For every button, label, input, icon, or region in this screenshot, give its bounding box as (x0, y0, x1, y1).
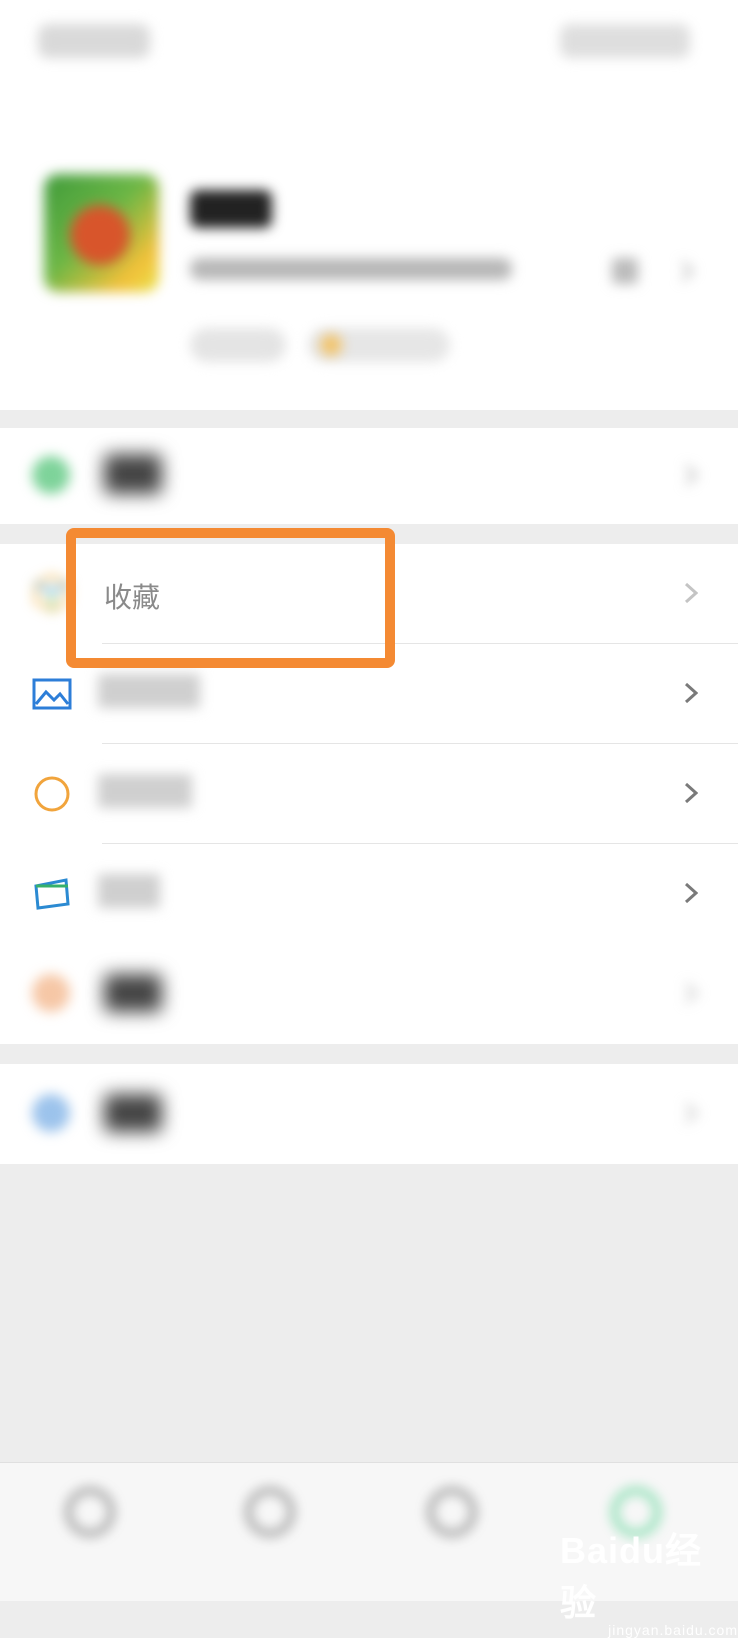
stickers-icon (32, 974, 70, 1012)
pay-label (104, 454, 162, 494)
watermark-text: Baidu经验 (560, 1530, 703, 1623)
menu-item-settings[interactable] (0, 1064, 738, 1164)
baidu-watermark: Baidu经验 jingyan.baidu.com (560, 1522, 738, 1638)
chevron-right-icon (684, 1102, 698, 1124)
compass-icon (429, 1489, 475, 1535)
friends-status-dot (320, 334, 342, 356)
header-right-pill[interactable] (560, 24, 690, 58)
album-image-icon (32, 678, 72, 710)
header-left-pill[interactable] (38, 24, 150, 58)
settings-icon (32, 1094, 70, 1132)
album-label-masked (98, 674, 200, 708)
profile-name (190, 190, 272, 228)
chevron-right-icon (684, 682, 698, 704)
highlight-box (66, 528, 395, 668)
menu-item-stickers[interactable] (0, 944, 738, 1044)
cards-label-masked (98, 874, 160, 908)
chevron-right-icon (684, 982, 698, 1004)
stickers-label (104, 974, 162, 1012)
tab-chats[interactable] (30, 1483, 150, 1583)
wechat-id (190, 258, 512, 280)
cards-wallet-icon (34, 878, 70, 910)
profile-header[interactable] (0, 110, 738, 410)
chevron-right-icon (684, 464, 698, 486)
chat-bubble-icon (67, 1489, 113, 1535)
chevron-right-icon (680, 260, 694, 282)
settings-label (104, 1094, 162, 1132)
chevron-right-icon (684, 782, 698, 804)
menu-item-channels[interactable] (0, 744, 738, 844)
avatar-center (70, 205, 130, 265)
pay-icon (32, 456, 70, 494)
contacts-icon (247, 1489, 293, 1535)
chevron-right-icon (684, 882, 698, 904)
tab-contacts[interactable] (210, 1483, 330, 1583)
top-status-bar (0, 0, 738, 110)
menu-item-pay[interactable] (0, 428, 738, 524)
menu-item-cards[interactable] (0, 844, 738, 944)
channels-icon (34, 776, 70, 812)
qr-code-icon[interactable] (612, 258, 638, 284)
status-pill[interactable] (190, 328, 286, 362)
tab-discover[interactable] (392, 1483, 512, 1583)
chevron-right-icon (684, 582, 698, 604)
watermark-sub: jingyan.baidu.com (608, 1622, 738, 1638)
channels-label-masked (98, 774, 192, 808)
